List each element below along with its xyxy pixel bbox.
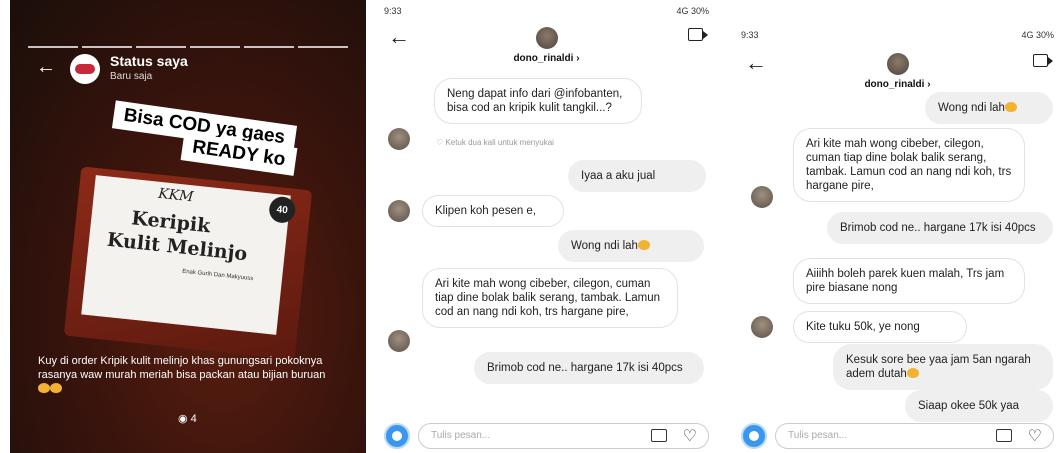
- contact-avatar-small: [751, 186, 773, 208]
- clock: 9:33: [741, 30, 759, 40]
- contact-avatar[interactable]: [535, 27, 558, 49]
- message-bubble[interactable]: Klipen koh pesen e,: [422, 195, 564, 227]
- camera-icon[interactable]: [741, 423, 767, 449]
- contact-avatar-small: [751, 316, 773, 338]
- message-bubble[interactable]: Aiiihh boleh parek kuen malah, Trs jam p…: [793, 258, 1025, 304]
- status-caption: Kuy di order Kripik kulit melinjo khas g…: [38, 354, 338, 396]
- message-composer: Tulis pesan... ♡: [741, 421, 1054, 451]
- eye-icon: ◉: [178, 413, 188, 425]
- message-bubble-sent[interactable]: Iyaa a aku jual: [568, 160, 706, 192]
- product-brand: KKM: [157, 185, 195, 206]
- chat-header: ← dono_rinaldi ›: [735, 48, 1060, 98]
- contact-avatar-small: [388, 330, 410, 352]
- contact-avatar-small: [388, 200, 410, 222]
- status-panel: ← Status saya Baru saja Bisa COD ya gaes…: [10, 0, 366, 453]
- system-indicators: 4G 30%: [676, 6, 709, 16]
- contact-avatar[interactable]: [886, 53, 909, 75]
- gallery-icon[interactable]: [651, 429, 667, 442]
- message-bubble-sent[interactable]: Wong ndi lah: [925, 92, 1053, 124]
- chat-panel-1: 9:33 4G 30% ← dono_rinaldi › Neng dapat …: [378, 0, 715, 453]
- message-bubble[interactable]: Ari kite mah wong cibeber, cilegon, cuma…: [422, 268, 678, 328]
- contact-name[interactable]: dono_rinaldi ›: [735, 79, 1060, 90]
- clock: 9:33: [384, 6, 402, 16]
- message-bubble[interactable]: Neng dapat info dari @infobanten, bisa c…: [434, 78, 642, 124]
- back-arrow-icon[interactable]: ←: [388, 24, 410, 50]
- emoji-icon: [906, 368, 919, 378]
- status-bar: 9:33 4G 30%: [741, 30, 1054, 44]
- status-progress-bar: [28, 46, 348, 48]
- contact-avatar-small: [388, 128, 410, 150]
- views-count[interactable]: ◉ 4: [178, 412, 197, 425]
- heart-icon[interactable]: ♡: [683, 426, 697, 446]
- emoji-icon: [637, 240, 650, 250]
- status-bar: 9:33 4G 30%: [384, 6, 709, 20]
- status-subtitle: Baru saja: [110, 71, 153, 82]
- product-label: KKM Keripik Kulit Melinjo Enak Gurih Dan…: [81, 175, 297, 335]
- message-bubble[interactable]: Kite tuku 50k, ye nong: [793, 311, 967, 343]
- contact-name[interactable]: dono_rinaldi ›: [378, 53, 715, 64]
- gallery-icon[interactable]: [996, 429, 1012, 442]
- product-tagline: Enak Gurih Dan Makyuuss: [181, 268, 254, 283]
- back-arrow-icon[interactable]: ←: [745, 50, 767, 76]
- video-call-icon[interactable]: [1033, 54, 1053, 67]
- message-bubble-sent[interactable]: Siaap okee 50k yaa: [905, 390, 1053, 422]
- heart-icon[interactable]: ♡: [1028, 426, 1042, 446]
- status-title: Status saya: [110, 53, 188, 69]
- message-bubble-sent[interactable]: Brimob cod ne.. hargane 17k isi 40pcs: [474, 352, 704, 384]
- system-indicators: 4G 30%: [1021, 30, 1054, 40]
- video-call-icon[interactable]: [688, 28, 708, 41]
- like-hint: ♡ Ketuk dua kali untuk menyukai: [436, 138, 554, 147]
- message-bubble-sent[interactable]: Brimob cod ne.. hargane 17k isi 40pcs: [827, 212, 1053, 244]
- message-bubble-sent[interactable]: Wong ndi lah: [558, 230, 704, 262]
- chat-panel-2: 9:33 4G 30% ← dono_rinaldi › Wong ndi la…: [735, 0, 1060, 453]
- emoji-icon: [1004, 102, 1017, 112]
- avatar[interactable]: [70, 54, 100, 84]
- chat-header: ← dono_rinaldi ›: [378, 22, 715, 72]
- message-input[interactable]: Tulis pesan...: [775, 423, 1054, 449]
- camera-icon[interactable]: [384, 423, 410, 449]
- product-name-line2: Kulit Melinjo: [106, 228, 249, 266]
- message-composer: Tulis pesan... ♡: [384, 421, 709, 451]
- message-bubble-sent[interactable]: Kesuk sore bee yaa jam 5an ngarah adem d…: [833, 344, 1053, 390]
- back-arrow-icon[interactable]: ←: [36, 56, 56, 79]
- message-bubble[interactable]: Ari kite mah wong cibeber, cilegon, cuma…: [793, 128, 1025, 202]
